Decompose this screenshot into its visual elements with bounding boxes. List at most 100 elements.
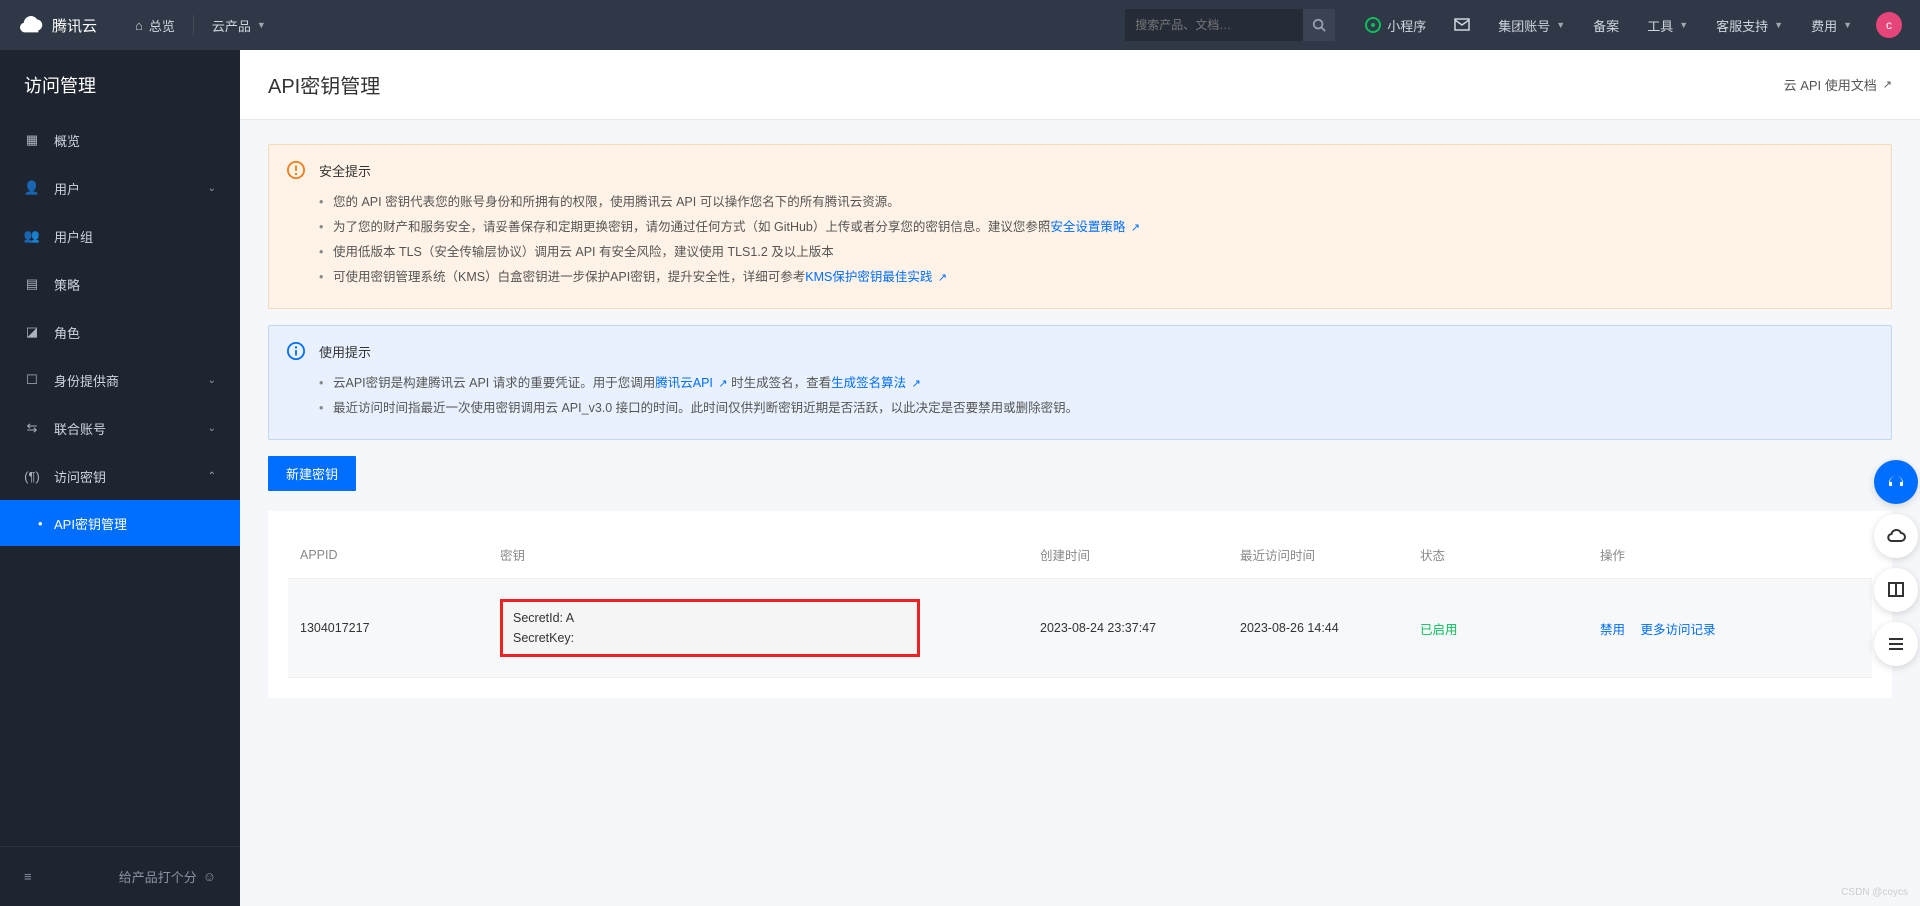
- list-icon: [1888, 637, 1904, 651]
- col-last-access: 最近访问时间: [1228, 531, 1408, 579]
- text: 云API密钥是构建腾讯云 API 请求的重要凭证。用于您调用: [333, 376, 655, 390]
- sidebar-label: 角色: [54, 323, 80, 342]
- col-key: 密钥: [488, 531, 1028, 579]
- sidebar-label: 身份提供商: [54, 371, 119, 390]
- docs-button[interactable]: [1874, 568, 1918, 612]
- cell-appid: 1304017217: [288, 579, 488, 678]
- chevron-down-icon: ⌄: [208, 423, 216, 434]
- sidebar-item-overview[interactable]: ▦ 概览: [0, 116, 240, 164]
- cloud-icon: [1886, 528, 1906, 544]
- tools[interactable]: 工具 ▼: [1635, 16, 1700, 35]
- users-icon: 👥: [24, 228, 40, 244]
- cost[interactable]: 费用 ▼: [1799, 16, 1864, 35]
- more-records-link[interactable]: 更多访问记录: [1641, 623, 1716, 637]
- chevron-up-icon: ⌃: [208, 471, 216, 482]
- usage-alert: 使用提示 云API密钥是构建腾讯云 API 请求的重要凭证。用于您调用腾讯云AP…: [268, 325, 1892, 440]
- security-strategy-link[interactable]: 安全设置策略 ↗: [1050, 220, 1140, 234]
- disable-link[interactable]: 禁用: [1600, 623, 1625, 637]
- sidebar-item-federated[interactable]: ⇆ 联合账号 ⌄: [0, 404, 240, 452]
- col-appid: APPID: [288, 531, 488, 579]
- badge-icon: ◪: [24, 324, 40, 340]
- chat-support-button[interactable]: [1874, 460, 1918, 504]
- external-link-icon: ↗: [718, 378, 727, 390]
- top-right-actions: 小程序 集团账号 ▼ 备案 工具 ▼ 客服支持 ▼ 费用 ▼: [1353, 12, 1902, 38]
- sidebar-label: 概览: [54, 131, 80, 150]
- chevron-down-icon: ▼: [1556, 20, 1565, 30]
- search-input[interactable]: [1135, 18, 1303, 32]
- menu-button[interactable]: [1874, 622, 1918, 666]
- sidebar-label: 联合账号: [54, 419, 106, 438]
- nav-overview[interactable]: ⌂ 总览: [121, 0, 189, 50]
- alert-item: 云API密钥是构建腾讯云 API 请求的重要凭证。用于您调用腾讯云API ↗ 时…: [319, 371, 1871, 396]
- mail-icon: [1454, 18, 1470, 32]
- status-enabled: 已启用: [1420, 623, 1458, 637]
- chevron-down-icon: ⌄: [208, 183, 216, 194]
- alert-item: 最近访问时间指最近一次使用密钥调用云 API_v3.0 接口的时间。此时间仅供判…: [319, 396, 1871, 421]
- external-link-icon: ↗: [1131, 222, 1140, 234]
- sidebar-item-users[interactable]: 👤 用户 ⌄: [0, 164, 240, 212]
- filing[interactable]: 备案: [1581, 16, 1631, 35]
- signature-algo-link[interactable]: 生成签名算法 ↗: [831, 376, 921, 390]
- provider-icon: ☐: [24, 372, 40, 388]
- user-avatar[interactable]: c: [1876, 12, 1902, 38]
- divider: [193, 15, 194, 35]
- sidebar-label: API密钥管理: [54, 514, 127, 533]
- sidebar-label: 访问密钥: [54, 467, 106, 486]
- key-redacted-box: SecretId: A SecretKey:: [500, 599, 920, 657]
- group-account[interactable]: 集团账号 ▼: [1486, 16, 1577, 35]
- book-icon: [1887, 581, 1905, 599]
- sidebar-label: 用户组: [54, 227, 93, 246]
- col-actions: 操作: [1588, 531, 1872, 579]
- sidebar-item-api-key-mgmt[interactable]: API密钥管理: [0, 500, 240, 546]
- external-link-icon: ↗: [938, 272, 947, 284]
- cloud-icon: [18, 12, 44, 38]
- chevron-down-icon: ▼: [1679, 20, 1688, 30]
- search-icon: [1312, 18, 1326, 32]
- sidebar-item-idp[interactable]: ☐ 身份提供商 ⌄: [0, 356, 240, 404]
- search-button[interactable]: [1303, 9, 1335, 41]
- brand-logo[interactable]: 腾讯云: [18, 12, 97, 38]
- sidebar: 访问管理 ▦ 概览 👤 用户 ⌄ 👥 用户组 ▤ 策略 ◪ 角色: [0, 50, 240, 906]
- sidebar-item-policies[interactable]: ▤ 策略: [0, 260, 240, 308]
- headset-icon: [1886, 472, 1906, 492]
- sidebar-label: 策略: [54, 275, 80, 294]
- external-link-icon: ↗: [912, 378, 921, 390]
- table-row: 1304017217 SecretId: A SecretKey: 2023-0…: [288, 579, 1872, 678]
- cost-label: 费用: [1811, 16, 1837, 35]
- chevron-down-icon: ▼: [1774, 20, 1783, 30]
- document-icon: ▤: [24, 276, 40, 292]
- cell-actions: 禁用 更多访问记录: [1588, 579, 1872, 678]
- cell-created: 2023-08-24 23:37:47: [1028, 579, 1228, 678]
- sidebar-item-access-key[interactable]: (¶) 访问密钥 ⌃: [0, 452, 240, 500]
- mail-link[interactable]: [1442, 18, 1482, 32]
- brand-text: 腾讯云: [52, 15, 97, 36]
- text: 时生成签名，查看: [731, 376, 831, 390]
- page-title: API密钥管理: [268, 70, 380, 99]
- floating-actions: [1874, 460, 1918, 666]
- nav-products[interactable]: 云产品 ▼: [198, 0, 280, 50]
- sidebar-item-roles[interactable]: ◪ 角色: [0, 308, 240, 356]
- tencent-api-link[interactable]: 腾讯云API ↗: [655, 376, 727, 390]
- support-label: 客服支持: [1716, 16, 1768, 35]
- filing-label: 备案: [1593, 16, 1619, 35]
- warning-icon: [287, 161, 305, 179]
- sidebar-item-user-groups[interactable]: 👥 用户组: [0, 212, 240, 260]
- api-doc-link[interactable]: 云 API 使用文档 ↗: [1784, 75, 1892, 94]
- external-link-icon: ↗: [1883, 78, 1892, 91]
- top-header: 腾讯云 ⌂ 总览 云产品 ▼ 小程序 集团账号: [0, 0, 1920, 50]
- rate-product[interactable]: 给产品打个分 ☺: [119, 867, 216, 886]
- page-header: API密钥管理 云 API 使用文档 ↗: [240, 50, 1920, 120]
- group-account-label: 集团账号: [1498, 16, 1550, 35]
- miniapp-link[interactable]: 小程序: [1353, 16, 1438, 35]
- new-key-button[interactable]: 新建密钥: [268, 456, 356, 491]
- cell-status: 已启用: [1408, 579, 1588, 678]
- alert-item: 可使用密钥管理系统（KMS）白盒密钥进一步保护API密钥，提升安全性，详细可参考…: [319, 265, 1871, 290]
- cloud-button[interactable]: [1874, 514, 1918, 558]
- link-icon: ⇆: [24, 420, 40, 436]
- cell-last-access: 2023-08-26 14:44: [1228, 579, 1408, 678]
- collapse-sidebar[interactable]: ≡: [24, 869, 32, 884]
- support[interactable]: 客服支持 ▼: [1704, 16, 1795, 35]
- secret-id: SecretId: A: [513, 608, 907, 628]
- kms-best-practices-link[interactable]: KMS保护密钥最佳实践 ↗: [805, 270, 947, 284]
- col-created: 创建时间: [1028, 531, 1228, 579]
